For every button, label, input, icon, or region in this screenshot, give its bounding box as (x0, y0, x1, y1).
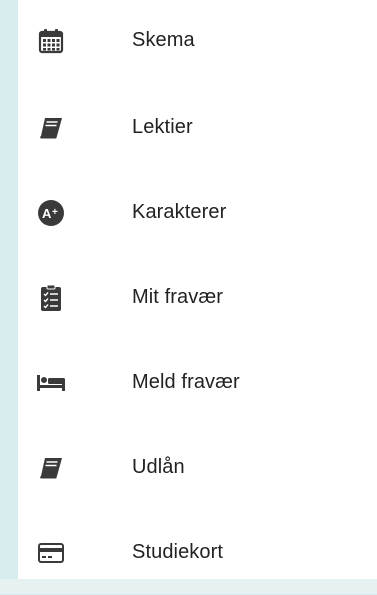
book-icon (36, 113, 66, 143)
menu-item-label: Skema (132, 29, 195, 51)
clipboard-checklist-icon (36, 283, 66, 313)
book-icon (36, 453, 66, 483)
calendar-icon (36, 26, 66, 56)
menu-item-udlaan[interactable]: Udlån (18, 425, 377, 510)
bed-icon (36, 368, 66, 398)
menu-item-label: Studiekort (132, 541, 224, 563)
menu-item-meld-fravaer[interactable]: Meld fravær (18, 340, 377, 425)
menu-item-skema[interactable]: Skema (18, 0, 377, 83)
menu-item-karakterer[interactable]: A + Karakterer (18, 170, 377, 255)
card-icon (36, 538, 66, 568)
grade-a-plus-icon: A + (36, 198, 66, 228)
menu-item-label: Lektier (132, 116, 193, 138)
menu-item-lektier[interactable]: Lektier (18, 85, 377, 170)
nav-menu: Skema Lektier A + Karakterer Mit fravær … (18, 0, 377, 595)
svg-text:A: A (42, 206, 52, 221)
menu-item-mit-fravaer[interactable]: Mit fravær (18, 255, 377, 340)
drawer-bottom-edge (0, 579, 377, 594)
svg-text:+: + (52, 207, 58, 218)
menu-item-label: Mit fravær (132, 286, 223, 308)
menu-item-label: Udlån (132, 456, 185, 478)
menu-item-label: Meld fravær (132, 371, 240, 393)
navigation-drawer: Skema Lektier A + Karakterer Mit fravær … (18, 0, 377, 579)
menu-item-label: Karakterer (132, 201, 227, 223)
